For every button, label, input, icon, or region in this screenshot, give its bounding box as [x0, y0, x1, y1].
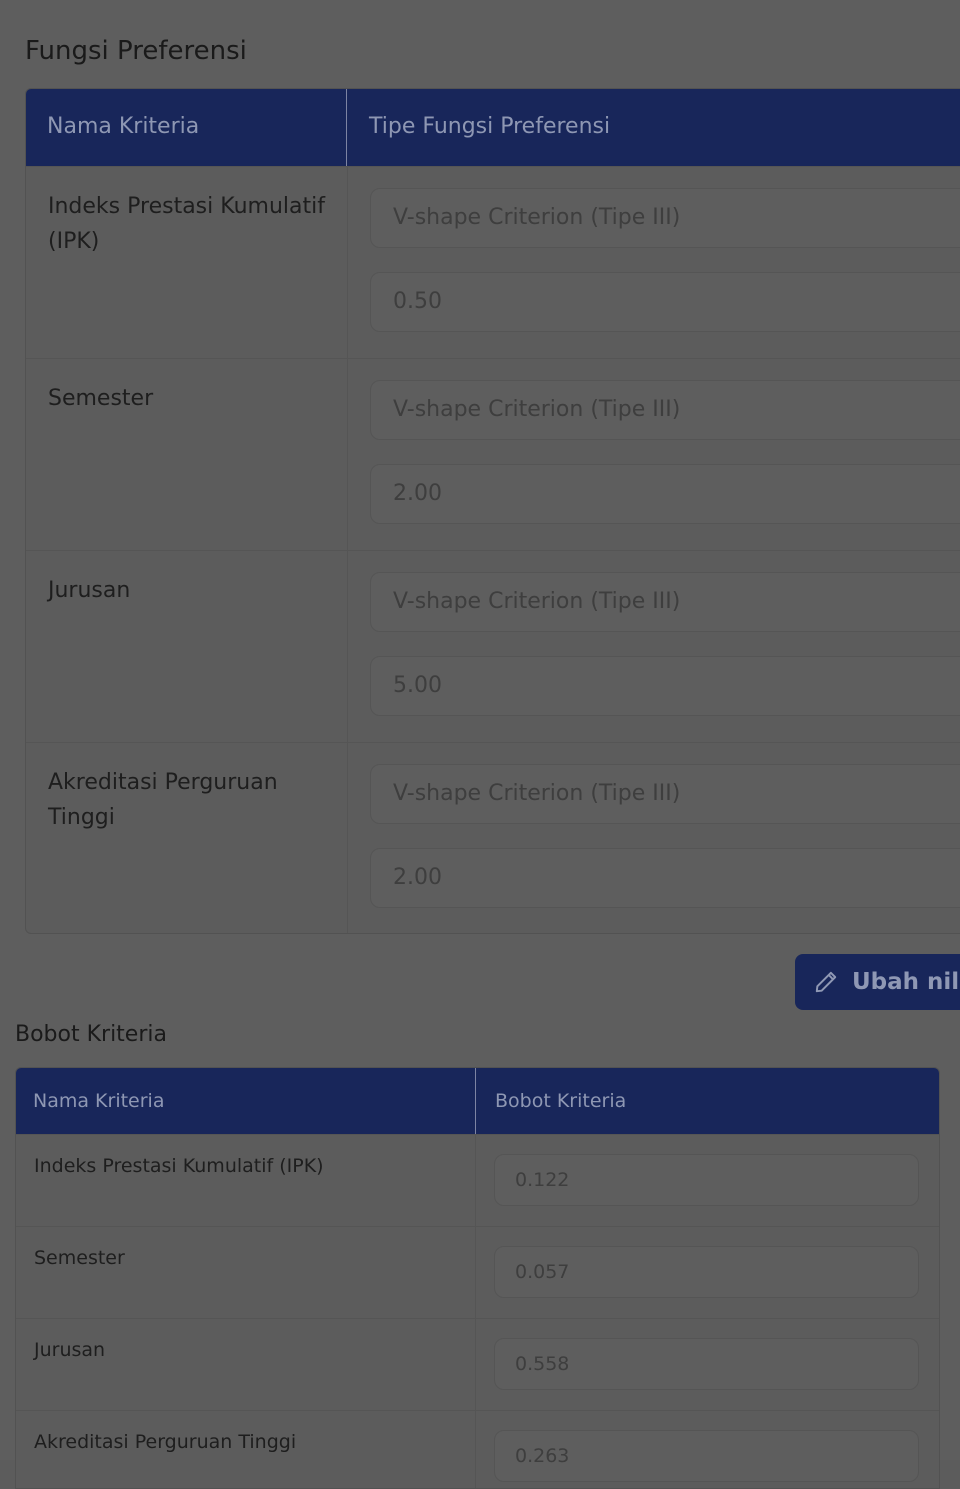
threshold-input[interactable]: 2.00 — [370, 464, 960, 524]
threshold-input[interactable]: 0.50 — [370, 272, 960, 332]
weight-input[interactable]: 0.558 — [494, 1338, 919, 1390]
column-divider — [475, 1411, 476, 1488]
table-row: Semester 0.057 — [16, 1226, 939, 1319]
preference-type-select[interactable]: V-shape Criterion (Tipe III) — [370, 764, 960, 824]
column-divider — [347, 551, 348, 743]
column-divider — [347, 167, 348, 359]
criterion-name: Indeks Prestasi Kumulatif (IPK) — [34, 1155, 324, 1177]
table-row: Jurusan V-shape Criterion (Tipe III) 5.0… — [26, 550, 960, 743]
threshold-input[interactable]: 5.00 — [370, 656, 960, 716]
criterion-name: Akreditasi Perguruan Tinggi — [34, 1431, 297, 1453]
header-divider — [346, 89, 347, 166]
preference-type-select[interactable]: V-shape Criterion (Tipe III) — [370, 572, 960, 632]
weight-input[interactable]: 0.263 — [494, 1430, 919, 1482]
header-nama-kriteria: Nama Kriteria — [47, 114, 200, 139]
weight-input[interactable]: 0.122 — [494, 1154, 919, 1206]
column-divider — [347, 359, 348, 551]
ubah-nilai-label: Ubah nilai — [852, 969, 960, 995]
criterion-name: Jurusan — [48, 578, 131, 603]
column-divider — [347, 743, 348, 933]
preference-type-select[interactable]: V-shape Criterion (Tipe III) — [370, 188, 960, 248]
column-divider — [475, 1319, 476, 1411]
table-header: Nama Kriteria Bobot Kriteria — [16, 1068, 939, 1134]
header-tipe-fungsi: Tipe Fungsi Preferensi — [369, 114, 611, 139]
criterion-name: Semester — [34, 1247, 125, 1269]
ubah-nilai-button[interactable]: Ubah nilai — [795, 954, 960, 1010]
bobot-kriteria-table: Nama Kriteria Bobot Kriteria Indeks Pres… — [15, 1067, 940, 1489]
bobot-kriteria-title: Bobot Kriteria — [15, 1022, 167, 1047]
criterion-name: Indeks Prestasi Kumulatif (IPK) — [48, 194, 325, 254]
column-divider — [475, 1135, 476, 1227]
fungsi-preferensi-title: Fungsi Preferensi — [25, 36, 247, 66]
pencil-icon — [815, 971, 837, 993]
table-row: Indeks Prestasi Kumulatif (IPK) 0.122 — [16, 1134, 939, 1227]
criterion-name: Semester — [48, 386, 154, 411]
table-row: Jurusan 0.558 — [16, 1318, 939, 1411]
header-divider — [475, 1068, 476, 1134]
fungsi-preferensi-table: Nama Kriteria Tipe Fungsi Preferensi Ind… — [25, 88, 960, 934]
preference-type-select[interactable]: V-shape Criterion (Tipe III) — [370, 380, 960, 440]
header-bobot-kriteria: Bobot Kriteria — [495, 1090, 627, 1112]
table-row: Akreditasi Perguruan Tinggi V-shape Crit… — [26, 742, 960, 933]
threshold-input[interactable]: 2.00 — [370, 848, 960, 908]
criterion-name: Akreditasi Perguruan Tinggi — [48, 770, 278, 830]
table-row: Akreditasi Perguruan Tinggi 0.263 — [16, 1410, 939, 1488]
criterion-name: Jurusan — [34, 1339, 106, 1361]
table-row: Semester V-shape Criterion (Tipe III) 2.… — [26, 358, 960, 551]
column-divider — [475, 1227, 476, 1319]
table-header: Nama Kriteria Tipe Fungsi Preferensi — [26, 89, 960, 166]
table-row: Indeks Prestasi Kumulatif (IPK) V-shape … — [26, 166, 960, 359]
header-nama-kriteria: Nama Kriteria — [33, 1090, 165, 1112]
weight-input[interactable]: 0.057 — [494, 1246, 919, 1298]
